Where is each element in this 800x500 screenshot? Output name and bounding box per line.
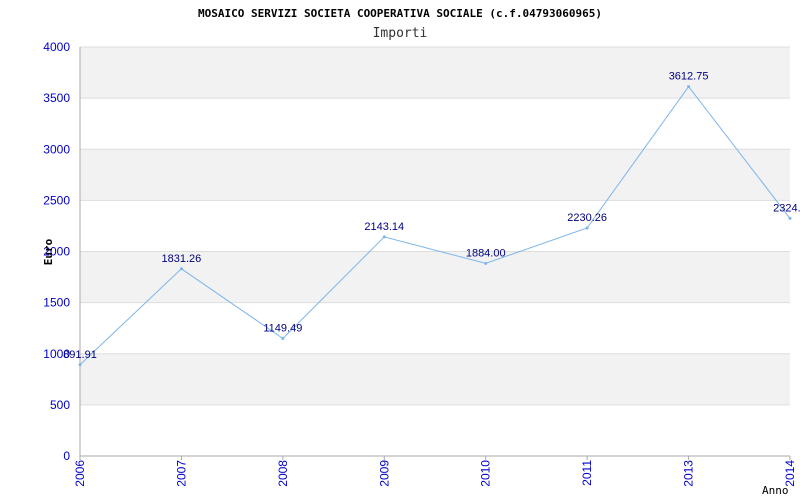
y-tick-label: 1500 bbox=[43, 296, 70, 310]
data-label: 3612.75 bbox=[669, 71, 709, 83]
y-tick-label: 2500 bbox=[43, 193, 70, 207]
data-point bbox=[788, 216, 792, 220]
data-point bbox=[382, 235, 386, 239]
line-chart: 05001000150020002500300035004000 2006 200… bbox=[42, 7, 800, 497]
data-point bbox=[687, 85, 691, 89]
data-label: 1884.00 bbox=[466, 247, 506, 259]
data-point bbox=[179, 267, 183, 271]
data-label: 2143.14 bbox=[364, 221, 404, 233]
data-label: 1831.26 bbox=[162, 253, 202, 265]
x-tick-labels: 2006 2007 2008 2009 2010 2011 2013 2014 bbox=[73, 456, 797, 487]
y-tick-label: 3500 bbox=[43, 91, 70, 105]
x-tick-label: 2010 bbox=[479, 460, 493, 487]
data-points bbox=[78, 85, 792, 367]
x-tick-label: 2011 bbox=[580, 460, 594, 486]
x-tick-label: 2007 bbox=[174, 460, 188, 487]
x-tick-label: 2006 bbox=[73, 460, 87, 487]
plot-bands bbox=[80, 47, 790, 405]
x-tick-label: 2013 bbox=[682, 460, 696, 487]
data-label: 2324.2 bbox=[773, 202, 800, 214]
data-label: 891.91 bbox=[63, 349, 97, 361]
plot-band bbox=[80, 353, 790, 405]
data-label: 1149.49 bbox=[263, 322, 302, 334]
data-point bbox=[281, 336, 285, 340]
chart-title: MOSAICO SERVIZI SOCIETA COOPERATIVA SOCI… bbox=[198, 7, 602, 20]
data-point bbox=[78, 363, 82, 367]
chart-subtitle: Importi bbox=[373, 26, 428, 41]
data-point bbox=[585, 226, 589, 230]
y-tick-label: 4000 bbox=[43, 40, 70, 54]
y-tick-label: 0 bbox=[63, 449, 70, 463]
data-label: 2230.26 bbox=[567, 212, 607, 224]
x-tick-label: 2014 bbox=[783, 460, 797, 487]
series-line bbox=[79, 85, 791, 366]
x-tick-label: 2008 bbox=[276, 460, 290, 487]
x-axis-title: Anno bbox=[762, 484, 789, 497]
y-tick-label: 3000 bbox=[43, 142, 70, 156]
data-point bbox=[484, 261, 488, 265]
y-axis-title: Euro bbox=[42, 238, 55, 265]
data-labels: 891.91 1831.26 1149.49 2143.14 1884.00 2230.2… bbox=[63, 71, 800, 361]
x-tick-label: 2009 bbox=[377, 460, 391, 487]
y-tick-label: 500 bbox=[50, 398, 70, 412]
plot-band bbox=[80, 149, 790, 201]
